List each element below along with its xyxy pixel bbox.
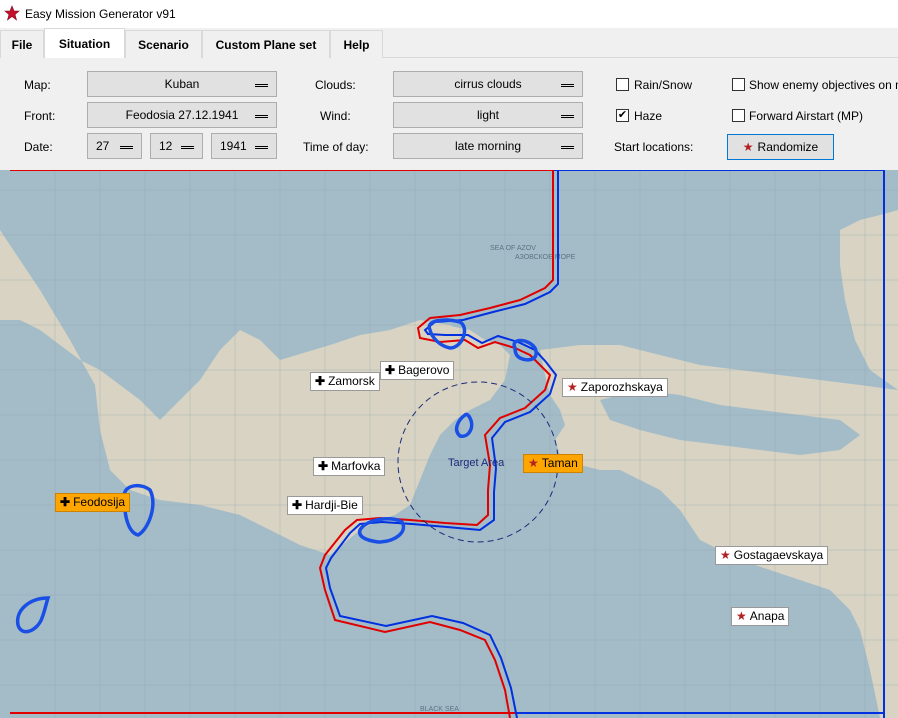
date-year-select[interactable]: 1941 — [211, 133, 277, 159]
window-title: Easy Mission Generator v91 — [25, 7, 176, 21]
date-day-select[interactable]: 27 — [87, 133, 142, 159]
wind-select-value: light — [476, 108, 499, 122]
tab-scenario[interactable]: Scenario — [125, 30, 202, 58]
show-enemy-objectives-label: Show enemy objectives on map — [749, 78, 898, 92]
red-star-icon: ★ — [742, 140, 754, 154]
randomize-button[interactable]: ★ Randomize — [727, 134, 834, 160]
tab-bar: File Situation Scenario Custom Plane set… — [0, 28, 898, 59]
dropdown-icon — [561, 84, 574, 87]
tab-file[interactable]: File — [0, 30, 44, 58]
airfield-zaporozhskaya[interactable]: ★ Zaporozhskaya — [562, 378, 668, 397]
situation-panel: Map: Kuban Clouds: cirrus clouds Rain/Sn… — [0, 58, 898, 170]
map-canvas[interactable]: SEA OF AZOV АЗОВСКОЕ МОРЕ BLACK SEA Targ… — [0, 170, 898, 718]
airfield-label: Zaporozhskaya — [580, 380, 663, 394]
airfield-bagerovo[interactable]: ✚ Bagerovo — [380, 361, 455, 380]
cross-icon: ✚ — [315, 374, 326, 388]
red-star-icon: ★ — [528, 456, 539, 470]
wind-select[interactable]: light — [393, 102, 583, 128]
airfield-anapa[interactable]: ★ Anapa — [731, 607, 790, 626]
airfield-label: Zamorsk — [328, 374, 375, 388]
date-label: Date: — [24, 140, 53, 154]
airfield-label: Taman — [541, 456, 578, 470]
tab-custom-plane-set[interactable]: Custom Plane set — [202, 30, 330, 58]
front-select-value: Feodosia 27.12.1941 — [125, 108, 239, 122]
map-select[interactable]: Kuban — [87, 71, 277, 97]
airfield-label: Feodosija — [73, 495, 126, 509]
mission-map[interactable]: SEA OF AZOV АЗОВСКОЕ МОРЕ BLACK SEA Targ… — [0, 170, 898, 718]
clouds-select-value: cirrus clouds — [454, 77, 522, 91]
forward-airstart-checkbox[interactable] — [732, 109, 745, 122]
dropdown-icon — [255, 146, 268, 149]
clouds-label: Clouds: — [315, 78, 356, 92]
red-star-icon — [4, 5, 20, 21]
tab-help[interactable]: Help — [330, 30, 383, 58]
front-select[interactable]: Feodosia 27.12.1941 — [87, 102, 277, 128]
airfield-label: Hardji-Bie — [305, 498, 358, 512]
checkmark-icon: ✔ — [617, 109, 628, 121]
rain-snow-label: Rain/Snow — [634, 78, 693, 92]
airfield-hardji-bie[interactable]: ✚ Hardji-Bie — [287, 496, 363, 515]
airfield-feodosija[interactable]: ✚ Feodosija — [55, 493, 131, 512]
time-of-day-select-value: late morning — [454, 139, 522, 153]
red-star-icon: ★ — [720, 548, 731, 562]
randomize-label: Randomize — [757, 140, 819, 154]
dropdown-icon — [255, 84, 268, 87]
dropdown-icon — [561, 146, 574, 149]
clouds-select[interactable]: cirrus clouds — [393, 71, 583, 97]
date-year-value: 1941 — [220, 139, 247, 153]
tab-situation[interactable]: Situation — [44, 28, 125, 59]
rain-snow-checkbox[interactable] — [616, 78, 629, 91]
dropdown-icon — [120, 146, 133, 149]
cross-icon: ✚ — [60, 495, 71, 509]
haze-label: Haze — [634, 109, 663, 123]
show-enemy-objectives-checkbox[interactable] — [732, 78, 745, 91]
airfield-marfovka[interactable]: ✚ Marfovka — [313, 457, 386, 476]
airfield-zamorsk[interactable]: ✚ Zamorsk — [310, 372, 380, 391]
front-label: Front: — [24, 109, 56, 123]
map-select-value: Kuban — [164, 77, 200, 91]
forward-airstart-label: Forward Airstart (MP) — [749, 109, 864, 123]
date-month-select[interactable]: 12 — [150, 133, 203, 159]
start-locations-label: Start locations: — [614, 140, 694, 154]
red-star-icon: ★ — [736, 609, 747, 623]
dropdown-icon — [255, 115, 268, 118]
haze-checkbox[interactable]: ✔ — [616, 109, 629, 122]
wind-label: Wind: — [320, 109, 351, 123]
cross-icon: ✚ — [292, 498, 303, 512]
dropdown-icon — [181, 146, 194, 149]
red-star-icon: ★ — [567, 380, 578, 394]
airfield-label: Anapa — [749, 609, 785, 623]
date-month-value: 12 — [159, 139, 173, 153]
airfield-taman[interactable]: ★ Taman — [523, 454, 583, 473]
sea-of-azov-label: SEA OF AZOV — [490, 245, 536, 252]
airfield-label: Marfovka — [331, 459, 381, 473]
cross-icon: ✚ — [318, 459, 329, 473]
map-label: Map: — [24, 78, 51, 92]
black-sea-label: BLACK SEA — [420, 706, 459, 713]
target-area-label: Target Area — [448, 457, 505, 469]
dropdown-icon — [561, 115, 574, 118]
airfield-gostagaevskaya[interactable]: ★ Gostagaevskaya — [715, 546, 829, 565]
time-of-day-select[interactable]: late morning — [393, 133, 583, 159]
sea-of-azov-ru-label: АЗОВСКОЕ МОРЕ — [515, 254, 576, 261]
airfield-label: Bagerovo — [398, 363, 450, 377]
airfield-label: Gostagaevskaya — [733, 548, 824, 562]
title-bar: Easy Mission Generator v91 — [0, 0, 898, 28]
date-day-value: 27 — [96, 139, 110, 153]
cross-icon: ✚ — [385, 363, 396, 377]
time-of-day-label: Time of day: — [303, 140, 369, 154]
app-window: Easy Mission Generator v91 File Situatio… — [0, 0, 898, 718]
